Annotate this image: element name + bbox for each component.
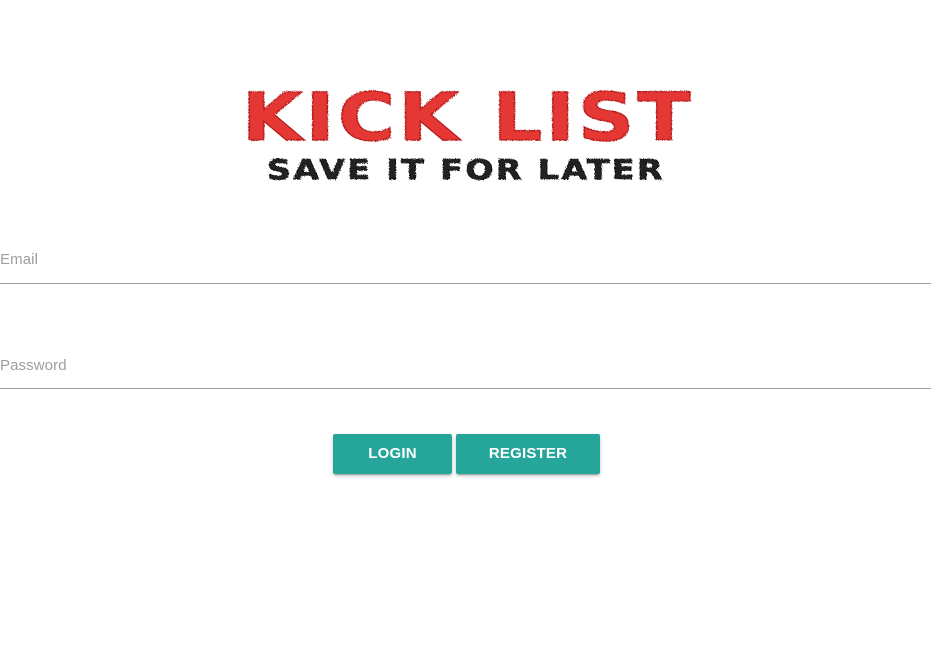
- register-button[interactable]: REGISTER: [456, 434, 600, 474]
- password-field-container: Password: [0, 357, 931, 399]
- email-input[interactable]: [0, 269, 931, 293]
- login-page: KICK LIST SAVE IT FOR LATER Email Passwo…: [0, 0, 931, 668]
- logo-graphic: KICK LIST SAVE IT FOR LATER: [241, 86, 694, 186]
- password-label: Password: [0, 357, 67, 374]
- kick-list-logo: KICK LIST SAVE IT FOR LATER: [240, 86, 700, 186]
- email-field-container: Email: [0, 251, 931, 293]
- password-input[interactable]: [0, 375, 931, 399]
- login-button[interactable]: LOGIN: [333, 434, 452, 474]
- email-label: Email: [0, 251, 39, 268]
- password-underline: [0, 388, 931, 389]
- logo-title: KICK LIST: [242, 86, 694, 156]
- email-underline: [0, 283, 931, 284]
- logo-tagline: SAVE IT FOR LATER: [267, 153, 665, 186]
